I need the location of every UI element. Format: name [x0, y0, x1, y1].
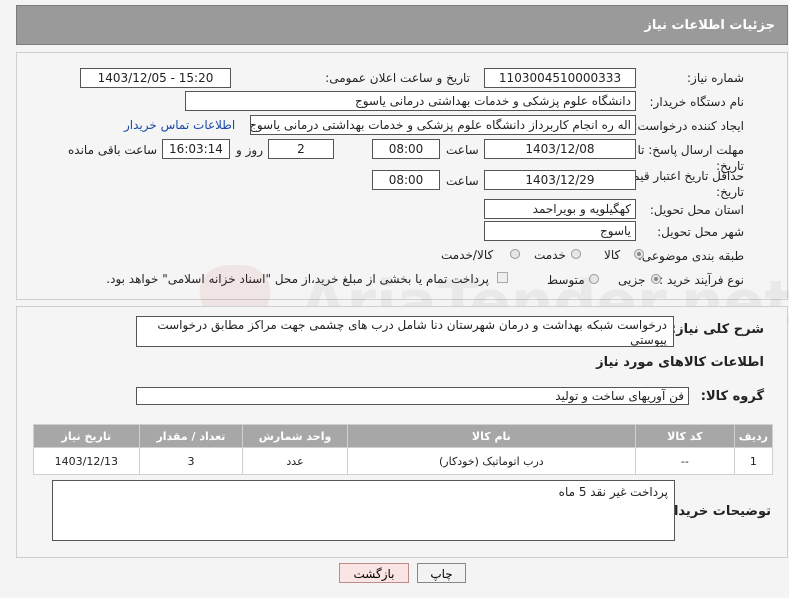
- col-header-need-date: تاریخ نیاز: [33, 424, 140, 448]
- need-number-label: شماره نیاز:: [687, 71, 744, 85]
- col-header-row-number: ردیف: [733, 424, 774, 448]
- buyer-notes-label: توضیحات خریدار:: [661, 504, 771, 519]
- province-field[interactable]: کهگیلویه و بویراحمد: [484, 199, 636, 219]
- announce-datetime-label: تاریخ و ساعت اعلان عمومی:: [325, 71, 470, 85]
- cell-row-number: 1: [733, 447, 774, 475]
- page-title: جزئیات اطلاعات نیاز: [644, 18, 775, 33]
- city-label: شهر محل تحویل:: [657, 225, 744, 239]
- price-validity-date-field[interactable]: 1403/12/29: [484, 170, 636, 190]
- cell-quantity: 3: [138, 447, 244, 475]
- reply-deadline-time-label: ساعت: [446, 143, 479, 157]
- cell-goods-code: --: [634, 447, 735, 475]
- announce-datetime-field[interactable]: 1403/12/05 - 15:20: [80, 68, 231, 88]
- need-summary-label: شرح کلی نیاز:: [670, 322, 764, 337]
- process-minor-radio[interactable]: [651, 274, 661, 284]
- category-goods-service-label: کالا/خدمت: [441, 248, 494, 262]
- buyer-org-field[interactable]: دانشگاه علوم پزشکی و خدمات بهداشتی درمان…: [185, 91, 636, 111]
- col-header-unit: واحد شمارش: [242, 424, 348, 448]
- purchase-process-label: نوع فرآیند خرید :: [659, 273, 744, 287]
- remaining-days-label: روز و: [236, 143, 263, 157]
- reply-deadline-label-line1: مهلت ارسال پاسخ: تا: [637, 143, 744, 157]
- print-button[interactable]: چاپ: [417, 563, 466, 583]
- category-label: طبقه بندی موضوعی:: [637, 249, 744, 263]
- cell-need-date: 1403/12/13: [33, 447, 140, 475]
- back-button[interactable]: بازگشت: [339, 563, 409, 583]
- col-header-goods-name: نام کالا: [346, 424, 636, 448]
- page-header: جزئیات اطلاعات نیاز: [16, 5, 788, 45]
- goods-table: ردیف کد کالا نام کالا واحد شمارش تعداد /…: [33, 424, 774, 475]
- requester-field[interactable]: اله ره انجام کاربرداز دانشگاه علوم پزشکی…: [250, 115, 636, 135]
- buyer-contact-link[interactable]: اطلاعات تماس خریدار: [124, 118, 235, 132]
- goods-group-label: گروه کالا:: [700, 389, 764, 404]
- price-validity-time-field[interactable]: 08:00: [372, 170, 440, 190]
- remaining-time-field[interactable]: 16:03:14: [162, 139, 230, 159]
- cell-unit: عدد: [242, 447, 348, 475]
- category-service-radio[interactable]: [571, 249, 581, 259]
- price-validity-time-label: ساعت: [446, 174, 479, 188]
- col-header-quantity: تعداد / مقدار: [138, 424, 244, 448]
- process-medium-radio[interactable]: [589, 274, 599, 284]
- reply-deadline-date-field[interactable]: 1403/12/08: [484, 139, 636, 159]
- goods-info-title: اطلاعات کالاهای مورد نیاز: [596, 355, 764, 370]
- col-header-goods-code: کد کالا: [634, 424, 735, 448]
- requester-label: ایجاد کننده درخواست:: [633, 119, 744, 133]
- category-goods-label: کالا: [604, 248, 621, 262]
- need-number-field[interactable]: 1103004510000333: [484, 68, 636, 88]
- process-minor-label: جزیی: [618, 273, 646, 287]
- need-summary-field[interactable]: درخواست شبکه بهداشت و درمان شهرستان دنا …: [136, 316, 674, 347]
- category-service-label: خدمت: [534, 248, 566, 262]
- category-goods-service-radio[interactable]: [510, 249, 520, 259]
- category-goods-radio[interactable]: [634, 249, 644, 259]
- province-label: استان محل تحویل:: [649, 203, 744, 217]
- buyer-notes-field[interactable]: پرداخت غیر نقد 5 ماه: [52, 480, 675, 541]
- remaining-days-field[interactable]: 2: [268, 139, 334, 159]
- table-row[interactable]: 1 -- درب اتوماتیک (خودکار) عدد 3 1403/12…: [33, 447, 774, 475]
- process-medium-label: متوسط: [547, 273, 585, 287]
- goods-group-field[interactable]: فن آوریهای ساخت و تولید: [136, 387, 689, 405]
- remaining-time-label: ساعت باقی مانده: [68, 143, 158, 157]
- treasury-checkbox[interactable]: [497, 272, 508, 283]
- cell-goods-name: درب اتوماتیک (خودکار): [346, 447, 636, 475]
- goods-table-header-row: ردیف کد کالا نام کالا واحد شمارش تعداد /…: [33, 424, 774, 448]
- buyer-org-label: نام دستگاه خریدار:: [649, 95, 745, 109]
- reply-deadline-time-field[interactable]: 08:00: [372, 139, 440, 159]
- city-field[interactable]: یاسوج: [484, 221, 636, 241]
- treasury-note: پرداخت تمام یا بخشی از مبلغ خرید،از محل …: [106, 272, 489, 286]
